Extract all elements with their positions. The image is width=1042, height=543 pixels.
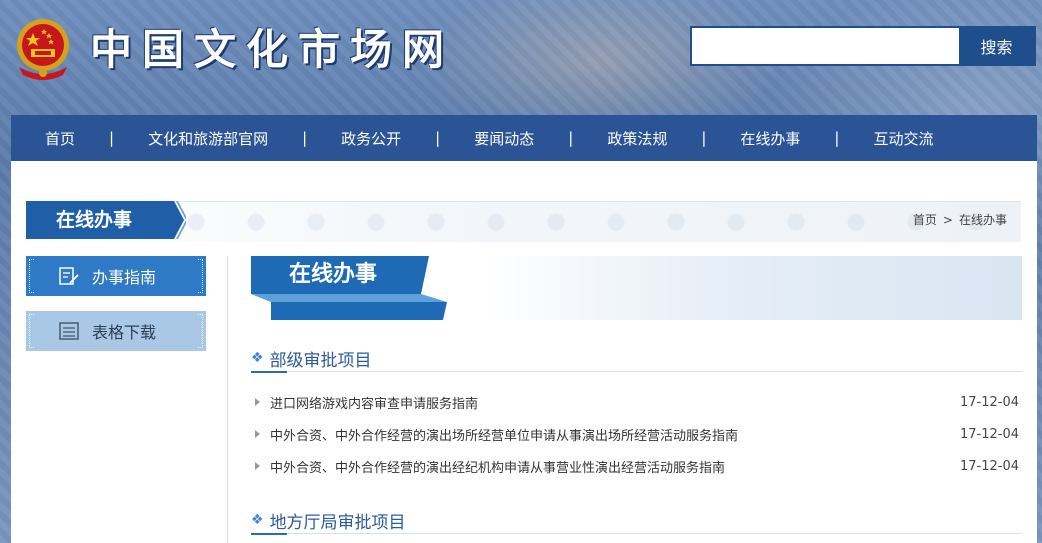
category-header: ❖ 部级审批项目 (251, 345, 1022, 373)
search-input[interactable] (692, 28, 959, 64)
list-item-link[interactable]: 进口网络游戏内容审查申请服务指南 (270, 393, 960, 412)
diamond-icon: ❖ (251, 512, 264, 528)
search-bar: 搜索 (690, 26, 1036, 66)
main-banner-title: 在线办事 (289, 262, 378, 287)
nav-separator: | (302, 129, 308, 147)
list-item-link[interactable]: 中外合资、中外合作经营的演出经纪机构申请从事营业性演出经营活动服务指南 (270, 457, 960, 476)
site-title: 中国文化市场网 (90, 25, 455, 74)
list-item-date: 17-12-04 (959, 394, 1019, 410)
main-nav: 首页 | 文化和旅游部官网 | 政务公开 | 要闻动态 | 政策法规 | 在线办… (11, 115, 1037, 161)
section-tab-title: 在线办事 (56, 209, 133, 231)
breadcrumb-home-link[interactable]: 首页 (913, 211, 937, 228)
main-banner: 在线办事 (251, 256, 1022, 320)
category-header: ❖ 地方厅局审批项目 (251, 507, 1022, 535)
national-emblem-icon (17, 19, 69, 80)
diamond-icon: ❖ (251, 350, 264, 366)
nav-separator: | (701, 129, 707, 147)
cloud-pattern-decoration (176, 202, 1021, 242)
nav-item-online-services[interactable]: 在线办事 (740, 128, 800, 149)
sidebar-item-downloads[interactable]: 表格下载 (26, 311, 206, 351)
edit-doc-icon (59, 267, 79, 285)
nav-separator: | (435, 129, 441, 147)
form-list-icon (59, 322, 79, 340)
list-item: 进口网络游戏内容审查申请服务指南 17-12-04 (255, 391, 1019, 413)
list-item-date: 17-12-04 (959, 426, 1019, 442)
content-panel: 在线办事 首页 > 在线办事 办事指南 表格下载 在线办事 ❖ 部级审批项目 进… (11, 161, 1037, 543)
category-underline (251, 371, 287, 373)
nav-item-news[interactable]: 要闻动态 (474, 128, 534, 149)
breadcrumb: 首页 > 在线办事 (913, 211, 1007, 228)
sidebar-item-label: 表格下载 (92, 323, 157, 342)
sidebar-item-label: 办事指南 (92, 268, 157, 287)
category-title: 部级审批项目 (269, 350, 372, 371)
bullet-arrow-icon (255, 398, 260, 406)
nav-item-ministry-site[interactable]: 文化和旅游部官网 (148, 128, 268, 149)
list-item-link[interactable]: 中外合资、中外合作经营的演出场所经营单位申请从事演出场所经营活动服务指南 (270, 425, 960, 444)
bullet-arrow-icon (255, 462, 260, 470)
search-button[interactable]: 搜索 (959, 28, 1034, 64)
breadcrumb-current: 在线办事 (958, 213, 1007, 227)
column-divider (227, 256, 228, 543)
nav-item-interaction[interactable]: 互动交流 (873, 128, 933, 149)
nav-item-policies[interactable]: 政策法规 (607, 128, 667, 149)
bullet-arrow-icon (255, 430, 260, 438)
list-item: 中外合资、中外合作经营的演出经纪机构申请从事营业性演出经营活动服务指南 17-1… (255, 455, 1019, 477)
breadcrumb-separator: > (942, 212, 953, 227)
category-underline (251, 533, 287, 535)
nav-separator: | (568, 129, 574, 147)
nav-item-government-affairs[interactable]: 政务公开 (341, 128, 401, 149)
category-title: 地方厅局审批项目 (269, 512, 406, 533)
nav-separator: | (834, 129, 840, 147)
nav-separator: | (109, 129, 115, 147)
list-item: 中外合资、中外合作经营的演出场所经营单位申请从事演出场所经营活动服务指南 17-… (255, 423, 1019, 445)
sidebar-item-guide[interactable]: 办事指南 (26, 256, 206, 296)
list-item-date: 17-12-04 (959, 458, 1019, 474)
nav-item-home[interactable]: 首页 (45, 128, 75, 149)
